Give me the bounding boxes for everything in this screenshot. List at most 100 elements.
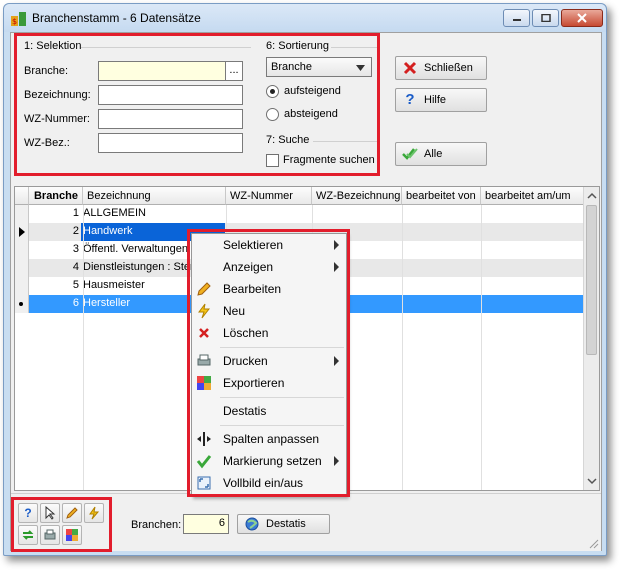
selektion-label: 1: Selektion (24, 40, 82, 52)
menu-item-anzeigen[interactable]: Anzeigen (192, 256, 346, 278)
menu-item-label: Selektieren (223, 238, 284, 252)
export-button-small[interactable] (62, 525, 82, 545)
alle-button[interactable]: Alle (395, 142, 487, 166)
menu-item-neu[interactable]: Neu (192, 300, 346, 322)
cell-branche: 4 (72, 261, 79, 273)
grid-line (83, 205, 84, 490)
checkmark-icon (196, 455, 212, 469)
row-indicator (15, 223, 29, 241)
bezeichnung-input[interactable] (98, 85, 243, 105)
destatis-button[interactable]: Destatis (237, 514, 330, 534)
group-divider (331, 47, 377, 48)
window-title: Branchenstamm - 6 Datensätze (32, 11, 201, 25)
column-header-wz-nummer[interactable]: WZ-Nummer (226, 187, 312, 205)
fragmente-checkbox[interactable] (266, 154, 279, 167)
fullscreen-icon (197, 476, 211, 490)
grid-corner (15, 187, 29, 205)
print-button-small[interactable] (40, 525, 60, 545)
scroll-thumb[interactable] (586, 205, 597, 355)
resize-grip-icon[interactable] (587, 537, 599, 549)
menu-item-exportieren[interactable]: Exportieren (192, 372, 346, 394)
svg-text:$: $ (12, 17, 17, 26)
cell-bezeichnung: Hausmeister (83, 279, 145, 291)
column-header-bearbeitet-von[interactable]: bearbeitet von (402, 187, 481, 205)
help-icon: ? (405, 91, 415, 108)
cell-bezeichnung: ALLGEMEIN (83, 207, 146, 219)
row-indicator (15, 241, 29, 259)
refresh-button-small[interactable] (18, 525, 38, 545)
help-button-small[interactable]: ? (18, 503, 38, 523)
context-menu: Selektieren Anzeigen Bearbeiten Neu Lösc… (191, 233, 347, 497)
minimize-button[interactable] (503, 9, 530, 27)
column-resize-icon (197, 432, 211, 446)
schliessen-button[interactable]: Schließen (395, 56, 487, 80)
menu-item-bearbeiten[interactable]: Bearbeiten (192, 278, 346, 300)
delete-icon (403, 61, 417, 75)
maximize-button[interactable] (532, 9, 559, 27)
submenu-arrow-icon (334, 356, 339, 366)
branche-input[interactable] (98, 61, 226, 81)
minimize-icon (512, 19, 521, 21)
select-button-small[interactable] (40, 503, 60, 523)
submenu-arrow-icon (334, 262, 339, 272)
row-indicator (15, 277, 29, 295)
cell-bezeichnung: Öffentl. Verwaltungen (83, 243, 188, 255)
menu-item-label: Markierung setzen (223, 454, 322, 468)
cell-branche: 3 (72, 243, 79, 255)
menu-item-label: Spalten anpassen (223, 432, 320, 446)
printer-icon (197, 354, 211, 366)
cell-branche: 2 (72, 225, 79, 237)
maximize-icon (540, 14, 551, 22)
hilfe-button[interactable]: ? Hilfe (395, 88, 487, 112)
new-button-small[interactable] (84, 503, 104, 523)
menu-item-spalten-anpassen[interactable]: Spalten anpassen (192, 428, 346, 450)
wz-bez-label: WZ-Bez.: (24, 137, 70, 149)
edit-button-small[interactable] (62, 503, 82, 523)
menu-item-label: Vollbild ein/aus (223, 476, 304, 490)
menu-item-vollbild[interactable]: Vollbild ein/aus (192, 472, 346, 494)
export-icon (66, 529, 78, 541)
lightning-icon (89, 506, 100, 520)
vertical-scrollbar[interactable] (583, 187, 599, 490)
absteigend-label: absteigend (284, 108, 338, 120)
wz-bez-input[interactable] (98, 133, 243, 153)
close-window-button[interactable] (561, 9, 603, 27)
aufsteigend-radio[interactable] (266, 85, 279, 98)
menu-separator (220, 425, 344, 426)
column-header-wz-bezeichnung[interactable]: WZ-Bezeichnung (312, 187, 402, 205)
sortierung-select[interactable]: Branche (266, 57, 372, 77)
branche-label: Branche: (24, 65, 69, 77)
branche-browse-button[interactable]: ... (225, 61, 243, 81)
column-header-bezeichnung[interactable]: Bezeichnung (83, 187, 226, 205)
column-header-branche[interactable]: Branche (29, 187, 83, 205)
delete-icon (199, 328, 209, 338)
current-row-icon (19, 227, 25, 237)
menu-item-loeschen[interactable]: Löschen (192, 322, 346, 344)
branchen-count-field: 6 (183, 514, 229, 534)
cell-branche: 1 (72, 207, 79, 219)
cell-bezeichnung: Hersteller (83, 297, 131, 309)
wz-nummer-input[interactable] (98, 109, 243, 129)
cell-branche: 6 (72, 297, 79, 309)
group-divider (81, 47, 251, 48)
lightning-icon (198, 303, 211, 319)
submenu-arrow-icon (334, 240, 339, 250)
hilfe-label: Hilfe (424, 94, 447, 106)
bullet-icon (19, 302, 23, 306)
bezeichnung-label: Bezeichnung: (24, 89, 91, 101)
cell-branche: 5 (72, 279, 79, 291)
menu-item-selektieren[interactable]: Selektieren (192, 234, 346, 256)
refresh-arrows-icon (22, 530, 34, 540)
pencil-icon (66, 507, 78, 519)
absteigend-radio[interactable] (266, 108, 279, 121)
menu-item-drucken[interactable]: Drucken (192, 350, 346, 372)
bottom-toolbar: ? Branchen: 6 Destatis (11, 493, 601, 551)
menu-item-destatis[interactable]: Destatis (192, 400, 346, 422)
printer-icon (44, 529, 56, 540)
pencil-icon (197, 282, 211, 296)
table-row[interactable]: 1 ALLGEMEIN (15, 205, 584, 223)
column-header-bearbeitet-am[interactable]: bearbeitet am/um (481, 187, 584, 205)
close-icon (577, 13, 587, 23)
menu-item-label: Drucken (223, 354, 268, 368)
menu-item-markierung-setzen[interactable]: Markierung setzen (192, 450, 346, 472)
